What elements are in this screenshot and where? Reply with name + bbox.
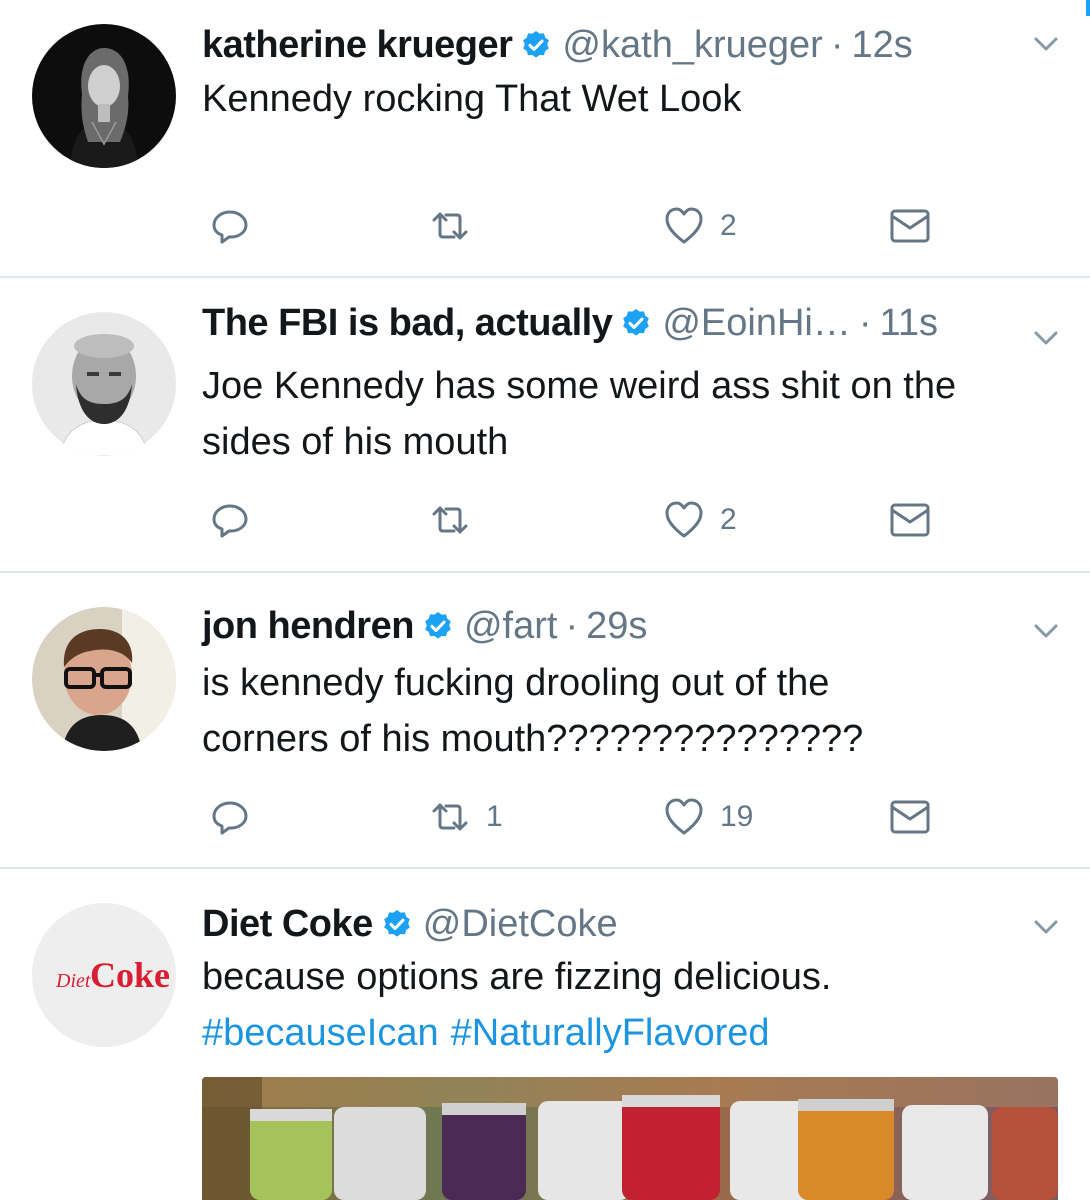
avatar[interactable] <box>32 24 176 168</box>
tweet-header: katherine krueger @kath_krueger · 12s <box>202 20 1020 70</box>
timestamp[interactable]: 12s <box>851 20 912 70</box>
tweet-text: is kennedy fucking drooling out of the c… <box>202 655 1050 767</box>
retweet-button[interactable] <box>428 204 486 248</box>
direct-message-button[interactable] <box>888 498 932 542</box>
display-name[interactable]: Diet Coke <box>202 899 373 949</box>
tweet-text: because options are fizzing delicious. #… <box>202 949 1050 1061</box>
avatar[interactable] <box>32 607 176 751</box>
envelope-icon <box>890 209 930 243</box>
direct-message-button[interactable] <box>888 795 932 839</box>
user-handle[interactable]: @EoinHi… <box>662 298 851 348</box>
display-name[interactable]: The FBI is bad, actually <box>202 298 613 348</box>
reply-button[interactable] <box>208 204 252 248</box>
verified-badge-icon <box>523 31 550 58</box>
user-handle[interactable]: @fart <box>464 601 557 651</box>
chevron-down-icon[interactable] <box>1032 328 1060 348</box>
reply-icon <box>212 801 248 835</box>
user-handle[interactable]: @DietCoke <box>423 899 618 949</box>
tweet-actions: 2 <box>202 204 940 248</box>
chevron-down-icon[interactable] <box>1032 34 1060 54</box>
hashtag-link[interactable]: #becauseIcan <box>202 1012 439 1054</box>
tweet-actions: 1 19 <box>202 795 940 839</box>
tweet-header: The FBI is bad, actually @EoinHi… · 11s <box>202 298 1020 348</box>
chevron-down-icon[interactable] <box>1032 621 1060 641</box>
reply-button[interactable] <box>208 498 252 542</box>
verified-badge-icon <box>383 910 410 937</box>
display-name[interactable]: jon hendren <box>202 601 414 651</box>
chevron-down-icon[interactable] <box>1032 917 1060 937</box>
like-count: 2 <box>720 209 737 242</box>
tweet-actions: 2 <box>202 498 940 542</box>
tweet-header: jon hendren @fart · 29s <box>202 601 1020 651</box>
tweet-text-line: sides of his mouth <box>202 421 509 463</box>
tweet-text: Joe Kennedy has some weird ass shit on t… <box>202 358 1050 470</box>
tweet-header: Diet Coke @DietCoke <box>202 899 1020 949</box>
like-button[interactable]: 2 <box>662 204 737 248</box>
separator-dot: · <box>565 605 579 647</box>
retweet-button[interactable]: 1 <box>428 795 503 839</box>
retweet-count: 1 <box>486 800 503 833</box>
retweet-button[interactable] <box>428 498 486 542</box>
direct-message-button[interactable] <box>888 204 932 248</box>
user-handle[interactable]: @kath_krueger <box>562 20 822 70</box>
retweet-icon <box>432 506 468 534</box>
like-button[interactable]: 19 <box>662 795 753 839</box>
tweet-text: Kennedy rocking That Wet Look <box>202 71 1050 127</box>
envelope-icon <box>890 503 930 537</box>
tweet-text-line: Kennedy rocking That Wet Look <box>202 78 742 120</box>
heart-icon <box>665 501 703 538</box>
avatar-logo-big: Coke <box>90 955 170 995</box>
timestamp[interactable]: 11s <box>880 298 938 348</box>
envelope-icon <box>890 800 930 834</box>
separator-dot: · <box>830 24 844 66</box>
heart-icon <box>665 207 703 244</box>
retweet-icon <box>432 212 468 240</box>
tweet-text-line: Joe Kennedy has some weird ass shit on t… <box>202 365 957 407</box>
timestamp[interactable]: 29s <box>586 601 647 651</box>
avatar[interactable]: Diet Coke <box>32 903 176 1047</box>
reply-icon <box>212 504 248 538</box>
separator-dot: · <box>858 302 872 344</box>
like-count: 19 <box>720 800 754 833</box>
retweet-icon <box>432 803 468 831</box>
tweet[interactable]: katherine krueger @kath_krueger · 12s Ke… <box>0 0 1090 278</box>
hashtag-link[interactable]: #NaturallyFlavored <box>451 1012 770 1054</box>
reply-icon <box>212 210 248 244</box>
tweet-text-line: corners of his mouth??????????????? <box>202 718 864 760</box>
tweet-media-image[interactable] <box>202 1077 1058 1200</box>
avatar[interactable] <box>32 312 176 456</box>
heart-icon <box>665 798 703 835</box>
reply-button[interactable] <box>208 795 252 839</box>
tweet[interactable]: The FBI is bad, actually @EoinHi… · 11s … <box>0 278 1090 573</box>
like-button[interactable]: 2 <box>662 498 737 542</box>
tweet[interactable]: jon hendren @fart · 29s is kennedy fucki… <box>0 573 1090 869</box>
avatar-logo-small: Diet <box>55 970 91 992</box>
hashtag-line: #becauseIcan #NaturallyFlavored <box>202 1005 1050 1061</box>
like-count: 2 <box>720 503 737 536</box>
verified-badge-icon <box>425 612 451 639</box>
display-name[interactable]: katherine krueger <box>202 20 513 70</box>
tweet-text-line: because options are fizzing delicious. <box>202 956 832 998</box>
verified-badge-icon <box>623 309 650 336</box>
tweet-text-line: is kennedy fucking drooling out of the <box>202 662 830 704</box>
